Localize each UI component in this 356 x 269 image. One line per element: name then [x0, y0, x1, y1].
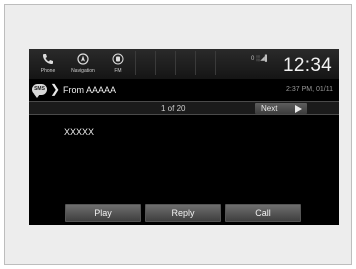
empty-slot	[175, 51, 195, 75]
clock: 12:34	[283, 55, 333, 76]
empty-slot	[195, 51, 215, 75]
empty-slot	[215, 51, 245, 75]
illustration-frame: Phone Navigation FM 0 ░◢▌ 12:34 SMS ❯ Fr…	[4, 4, 352, 265]
call-label: Call	[255, 208, 271, 218]
message-body: XXXXX	[64, 127, 95, 137]
reply-button[interactable]: Reply	[145, 204, 221, 222]
fm-shortcut[interactable]: FM	[103, 51, 133, 77]
message-header[interactable]: SMS ❯ From AAAAA 2:37 PM, 01/11	[29, 81, 339, 99]
phone-label: Phone	[40, 68, 56, 74]
pager-row: 1 of 20 Next	[29, 101, 339, 115]
navigation-shortcut[interactable]: Navigation	[65, 51, 101, 77]
sms-icon-text: SMS	[34, 86, 45, 92]
empty-slot	[155, 51, 175, 75]
sender-name: From AAAAA	[63, 85, 117, 95]
reply-label: Reply	[171, 208, 195, 218]
play-arrow-icon	[295, 105, 302, 113]
fm-label: FM	[114, 68, 122, 74]
navigation-label: Navigation	[71, 68, 95, 74]
phone-icon	[43, 54, 53, 64]
play-button[interactable]: Play	[65, 204, 141, 222]
sms-icon: SMS	[32, 84, 47, 98]
chevron-right-icon: ❯	[50, 82, 61, 96]
empty-slot	[135, 51, 155, 75]
next-label: Next	[261, 104, 278, 113]
message-timestamp: 2:37 PM, 01/11	[286, 86, 333, 93]
phone-shortcut[interactable]: Phone	[33, 51, 63, 77]
status-bar: Phone Navigation FM 0 ░◢▌ 12:34	[29, 49, 339, 79]
signal-battery-indicator: 0 ░◢▌	[251, 56, 270, 62]
call-button[interactable]: Call	[225, 204, 301, 222]
infotainment-screen: Phone Navigation FM 0 ░◢▌ 12:34 SMS ❯ Fr…	[29, 49, 339, 225]
navigation-icon	[77, 53, 89, 65]
next-button[interactable]: Next	[255, 103, 307, 114]
message-counter: 1 of 20	[161, 104, 186, 113]
play-label: Play	[94, 208, 112, 218]
radio-icon	[112, 53, 124, 65]
